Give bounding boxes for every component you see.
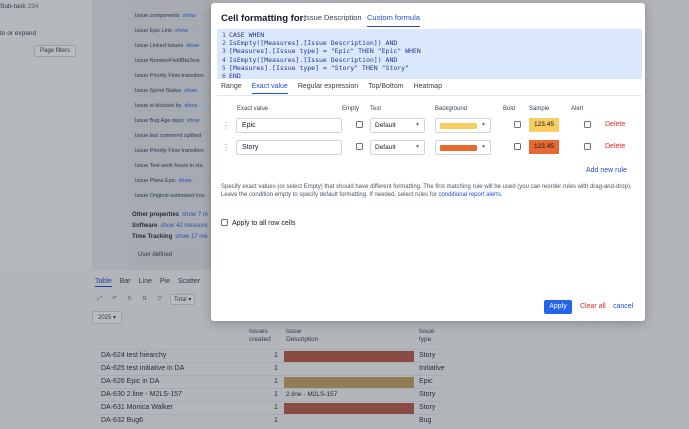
bold-checkbox[interactable] xyxy=(514,121,521,128)
code-line: 5 [Measures].[Issue type] = "Story" THEN … xyxy=(222,64,642,72)
color-swatch xyxy=(440,123,477,129)
tab-custom-formula[interactable]: Custom formula xyxy=(367,13,420,27)
bold-checkbox[interactable] xyxy=(514,143,521,150)
code-text: [Measures].[Issue type] = "Epic" THEN "E… xyxy=(229,47,421,56)
chevron-down-icon: ▼ xyxy=(415,122,420,128)
chevron-down-icon: ▼ xyxy=(481,144,486,150)
line-number: 2 xyxy=(222,39,226,48)
formula-editor[interactable]: 1 CASE WHEN 2 IsEmpty([Measures].[Issue Des… xyxy=(217,29,642,80)
cell-formatting-dialog: Cell formatting for: Issue Description C… xyxy=(211,3,645,321)
apply-all-checkbox[interactable] xyxy=(221,219,228,226)
tab-top-bottom[interactable]: Top/Bottom xyxy=(368,83,403,94)
cancel-button[interactable]: cancel xyxy=(613,303,633,310)
apply-button[interactable]: Apply xyxy=(544,300,572,314)
delete-rule-button[interactable]: Delete xyxy=(605,143,625,150)
code-line: 1 CASE WHEN xyxy=(222,31,642,39)
help-text-body: Specify exact values (or select Empty) t… xyxy=(221,184,632,198)
text-format-value: Default xyxy=(375,144,396,151)
clear-all-button[interactable]: Clear all xyxy=(580,303,606,310)
col-text: Text xyxy=(370,106,382,112)
exact-value-input[interactable]: Story xyxy=(236,140,342,155)
conditional-alerts-link[interactable]: conditional report alerts. xyxy=(438,192,502,198)
code-text: IsEmpty([Measures].[Issue Description]) … xyxy=(229,39,398,48)
code-text: CASE WHEN xyxy=(229,31,265,39)
empty-checkbox[interactable] xyxy=(356,121,363,128)
line-number: 3 xyxy=(222,47,226,56)
code-line: 3 [Measures].[Issue type] = "Epic" THEN "… xyxy=(222,47,642,55)
dialog-title: Cell formatting for: xyxy=(221,13,307,24)
line-number: 1 xyxy=(222,31,226,39)
text-format-value: Default xyxy=(375,122,396,129)
code-text: IsEmpty([Measures].[Issue Description]) … xyxy=(229,55,398,64)
line-number: 4 xyxy=(222,55,226,64)
tab-range[interactable]: Range xyxy=(221,83,242,94)
tab-heatmap[interactable]: Heatmap xyxy=(414,83,442,94)
col-background: Background xyxy=(435,106,468,112)
code-line: 4 IsEmpty([Measures].[Issue Description])… xyxy=(222,56,642,64)
col-alert: Alert xyxy=(571,106,584,112)
drag-handle-icon[interactable]: ⋮ xyxy=(222,121,230,130)
format-rule-row: ⋮ Story Default ▼ ▼ 123.45 Delete xyxy=(219,139,642,159)
chevron-down-icon: ▼ xyxy=(481,122,486,128)
col-bold: Bold xyxy=(503,106,516,112)
tab-issue-description[interactable]: Issue Description xyxy=(304,13,362,26)
background-color-select[interactable]: ▼ xyxy=(435,140,491,155)
delete-rule-button[interactable]: Delete xyxy=(605,121,625,128)
exact-value-input[interactable]: Epic xyxy=(236,118,342,133)
line-number: 5 xyxy=(222,63,226,72)
format-rule-row: ⋮ Epic Default ▼ ▼ 123.45 Delete xyxy=(219,117,642,137)
background-color-select[interactable]: ▼ xyxy=(435,118,491,133)
code-line: 6 END xyxy=(222,72,642,80)
text-format-select[interactable]: Default ▼ xyxy=(370,140,425,155)
chevron-down-icon: ▼ xyxy=(415,144,420,150)
alert-checkbox[interactable] xyxy=(584,143,591,150)
sample-preview: 123.45 xyxy=(529,118,559,132)
help-text: Specify exact values (or select Empty) t… xyxy=(221,183,637,199)
empty-checkbox[interactable] xyxy=(356,143,363,150)
color-swatch xyxy=(440,145,477,151)
code-line: 2 IsEmpty([Measures].[Issue Description])… xyxy=(222,39,642,47)
tab-regular-expression[interactable]: Regular expression xyxy=(298,83,358,94)
tabs-divider xyxy=(217,95,642,96)
code-text: [Measures].[Issue type] = "Story" THEN "… xyxy=(229,63,410,72)
line-number: 6 xyxy=(222,72,226,81)
tab-exact-value[interactable]: Exact value xyxy=(251,83,288,94)
add-new-rule-link[interactable]: Add new rule xyxy=(586,167,627,174)
col-empty: Empty xyxy=(342,106,360,112)
apply-all-label: Apply to all row cells xyxy=(232,220,296,227)
code-text: END xyxy=(229,72,241,81)
col-sample: Sample xyxy=(529,106,550,112)
format-type-tabs: Range Exact value Regular expression Top… xyxy=(221,83,442,94)
apply-all-row-cells[interactable]: Apply to all row cells xyxy=(221,218,295,227)
drag-handle-icon[interactable]: ⋮ xyxy=(222,143,230,152)
col-exact-value: Exact value xyxy=(237,106,269,112)
text-format-select[interactable]: Default ▼ xyxy=(370,118,425,133)
alert-checkbox[interactable] xyxy=(584,121,591,128)
sample-preview: 123.45 xyxy=(529,140,559,154)
